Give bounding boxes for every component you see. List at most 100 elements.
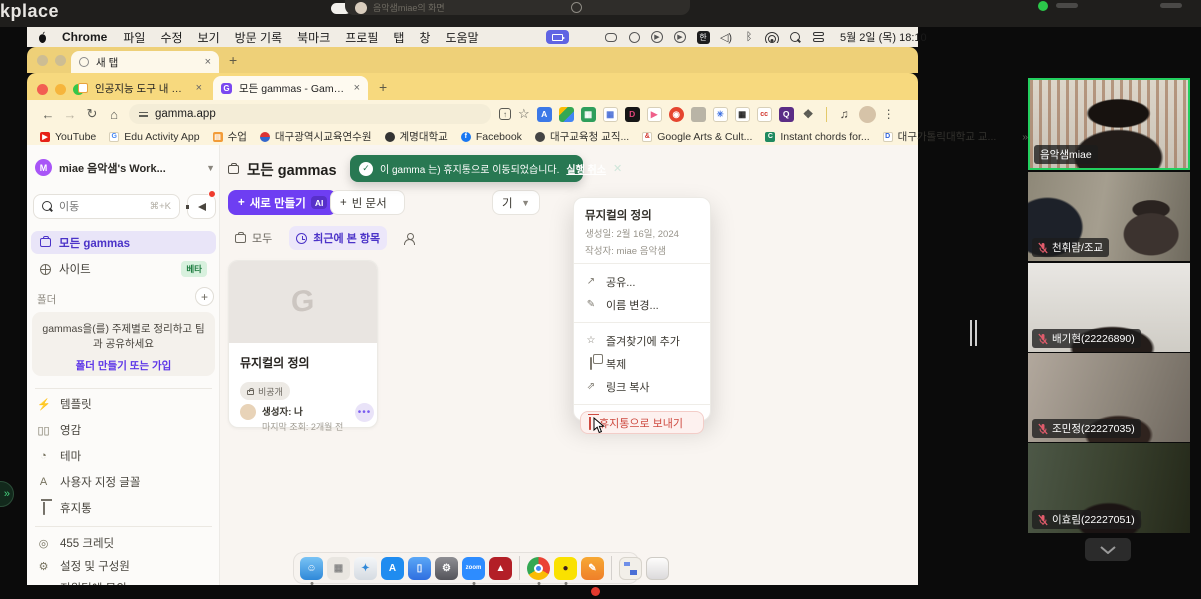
- q-extension-icon[interactable]: Q: [779, 107, 794, 122]
- dock-chrome-icon[interactable]: [527, 557, 550, 580]
- share-icon[interactable]: ↑: [499, 108, 511, 120]
- new-tab-button[interactable]: +: [379, 79, 387, 95]
- chrome-menu-icon[interactable]: ⋮: [883, 107, 895, 121]
- translate-extension-icon[interactable]: A: [537, 107, 552, 122]
- dock-trash-icon[interactable]: [646, 557, 669, 580]
- dock-zoom-icon[interactable]: zoom: [462, 557, 485, 580]
- add-folder-button[interactable]: +: [195, 287, 214, 306]
- panel-resize-handle[interactable]: [970, 320, 977, 346]
- play-status-icon-2[interactable]: ▶: [673, 30, 687, 44]
- bookmark-facebook[interactable]: fFacebook: [461, 131, 522, 143]
- gear-extension-icon[interactable]: ✳: [713, 107, 728, 122]
- card-more-button[interactable]: •••: [355, 403, 374, 422]
- close-toast-icon[interactable]: ✕: [613, 162, 622, 175]
- home-icon[interactable]: ⌂: [103, 107, 125, 122]
- menu-view[interactable]: 보기: [198, 29, 220, 46]
- sidebar-item-all-gammas[interactable]: 모든 gammas: [31, 231, 216, 254]
- create-folder-link[interactable]: 폴더 만들기 또는 가입: [42, 358, 205, 373]
- bookmark-instant-chords[interactable]: CInstant chords for...: [765, 131, 869, 143]
- undo-link[interactable]: 실행 취소: [566, 161, 606, 176]
- collapse-panel-button[interactable]: [1085, 538, 1131, 561]
- import-button-partial[interactable]: 기 ▼: [492, 190, 540, 215]
- dock-safari-icon[interactable]: ✦: [354, 557, 377, 580]
- extensions-puzzle-icon[interactable]: ❖: [801, 107, 816, 122]
- new-tab-button[interactable]: +: [229, 52, 237, 68]
- menubar-app-name[interactable]: Chrome: [62, 30, 107, 44]
- volume-icon[interactable]: ◁): [719, 30, 733, 44]
- back-icon[interactable]: ←: [37, 107, 59, 122]
- messages-icon[interactable]: [604, 30, 618, 44]
- dock-settings-icon[interactable]: ⚙: [435, 557, 458, 580]
- menu-profiles[interactable]: 프로필: [345, 29, 378, 46]
- drive-extension-icon[interactable]: [559, 107, 574, 122]
- dock-appstore-icon[interactable]: A: [381, 557, 404, 580]
- filter-all[interactable]: 모두: [228, 226, 279, 250]
- gamma-card[interactable]: G 뮤지컬의 정의 비공개 생성자: 나 마지막 조회: 2개월 전 •••: [228, 260, 378, 428]
- profile-avatar[interactable]: [859, 106, 876, 123]
- menu-bookmarks[interactable]: 북마크: [297, 29, 330, 46]
- menubar-clock[interactable]: 5월 2일 (목) 18:10: [840, 27, 927, 47]
- menu-item-share[interactable]: ↗공유...: [574, 270, 710, 293]
- sidebar-item-themes[interactable]: ◔테마: [37, 445, 212, 467]
- creative-cloud-icon[interactable]: [627, 30, 641, 44]
- menu-item-copy-link[interactable]: ⇗링크 복사: [574, 375, 710, 398]
- record-extension-icon[interactable]: ◉: [669, 107, 684, 122]
- search-box[interactable]: ⌘+K: [33, 194, 180, 219]
- workspace-switcher[interactable]: M miae 음악샘's Work... ▼: [35, 159, 215, 176]
- url-input[interactable]: [155, 108, 355, 120]
- address-bar[interactable]: [129, 104, 491, 124]
- bookmark-keimyung[interactable]: 계명대학교: [385, 129, 448, 144]
- close-tab-icon[interactable]: ×: [205, 56, 211, 68]
- options-ring-icon[interactable]: [571, 2, 582, 13]
- filter-recent[interactable]: 최근에 본 항목: [289, 226, 387, 250]
- menu-item-rename[interactable]: ✎이름 변경...: [574, 293, 710, 316]
- screen-recording-indicator-icon[interactable]: [546, 30, 569, 44]
- participant-video-1[interactable]: 음악샘miae: [1028, 78, 1190, 170]
- menu-file[interactable]: 파일: [123, 29, 145, 46]
- filter-created-by-me[interactable]: [397, 229, 422, 248]
- blank-document-button[interactable]: + 빈 문서: [330, 190, 405, 215]
- search-input[interactable]: [59, 201, 119, 213]
- menu-item-duplicate[interactable]: 복제: [574, 352, 710, 375]
- dock-kakaotalk-icon[interactable]: ●: [554, 557, 577, 580]
- qr-extension-icon[interactable]: ▦: [735, 107, 750, 122]
- dock-launchpad-icon[interactable]: ▦: [327, 557, 350, 580]
- camera-extension-icon[interactable]: [691, 107, 706, 122]
- spotlight-icon[interactable]: [788, 30, 802, 44]
- menu-edit[interactable]: 수정: [160, 29, 182, 46]
- cc-extension-icon[interactable]: cc: [757, 107, 772, 122]
- bookmark-edu-activity[interactable]: GEdu Activity App: [109, 131, 199, 143]
- tab-gamma-active[interactable]: G 모든 gammas - Gamma ×: [213, 76, 368, 100]
- sidebar-item-trash[interactable]: 휴지통: [37, 497, 212, 519]
- grid-extension-icon[interactable]: ▦: [581, 107, 596, 122]
- sidebar-item-custom-fonts[interactable]: A사용자 지정 글꼴: [37, 471, 212, 493]
- sidebar-item-templates[interactable]: ⚡템플릿: [37, 393, 212, 415]
- wifi-icon[interactable]: [765, 30, 779, 44]
- zoom-screen-share-banner[interactable]: 음악샘miae의 화면: [345, 0, 690, 15]
- bookmark-catholic-univ[interactable]: D대구가톨릭대학교 교...: [883, 129, 997, 144]
- bookmark-youtube[interactable]: ▶YouTube: [40, 131, 96, 143]
- site-settings-icon[interactable]: [139, 112, 148, 117]
- sidebar-item-credits[interactable]: ◎455 크레딧: [37, 532, 212, 554]
- participant-video-5[interactable]: 이효림(22227051): [1028, 443, 1190, 533]
- control-center-icon[interactable]: [811, 30, 825, 44]
- menu-window[interactable]: 창: [419, 29, 430, 46]
- dock-window-preview-icon[interactable]: [619, 557, 642, 580]
- close-tab-icon[interactable]: ×: [354, 82, 360, 94]
- participant-video-2[interactable]: 천휘람/조교: [1028, 172, 1190, 261]
- dock-pages-icon[interactable]: ✎: [581, 557, 604, 580]
- dock-finder-icon[interactable]: ☺: [300, 557, 323, 580]
- bluetooth-icon[interactable]: ᛒ: [742, 30, 756, 44]
- minimize-window-button[interactable]: [55, 84, 66, 95]
- menu-item-favorite[interactable]: ☆즐겨찾기에 추가: [574, 329, 710, 352]
- bookmark-daegu-edu[interactable]: 대구광역시교육연수원: [260, 129, 372, 144]
- bookmark-google-arts[interactable]: &Google Arts & Cult...: [642, 131, 752, 143]
- menu-tab[interactable]: 탭: [393, 29, 404, 46]
- sidebar-item-settings[interactable]: ⚙설정 및 구성원: [37, 555, 212, 577]
- bookmark-daegu-office[interactable]: 대구교육청 교직...: [535, 129, 629, 144]
- d-extension-icon[interactable]: D: [625, 107, 640, 122]
- participant-video-3[interactable]: 배기현(22226890): [1028, 263, 1190, 352]
- side-pull-tab[interactable]: »: [0, 481, 14, 507]
- dock-acrobat-icon[interactable]: ▲: [489, 557, 512, 580]
- close-window-button[interactable]: [37, 84, 48, 95]
